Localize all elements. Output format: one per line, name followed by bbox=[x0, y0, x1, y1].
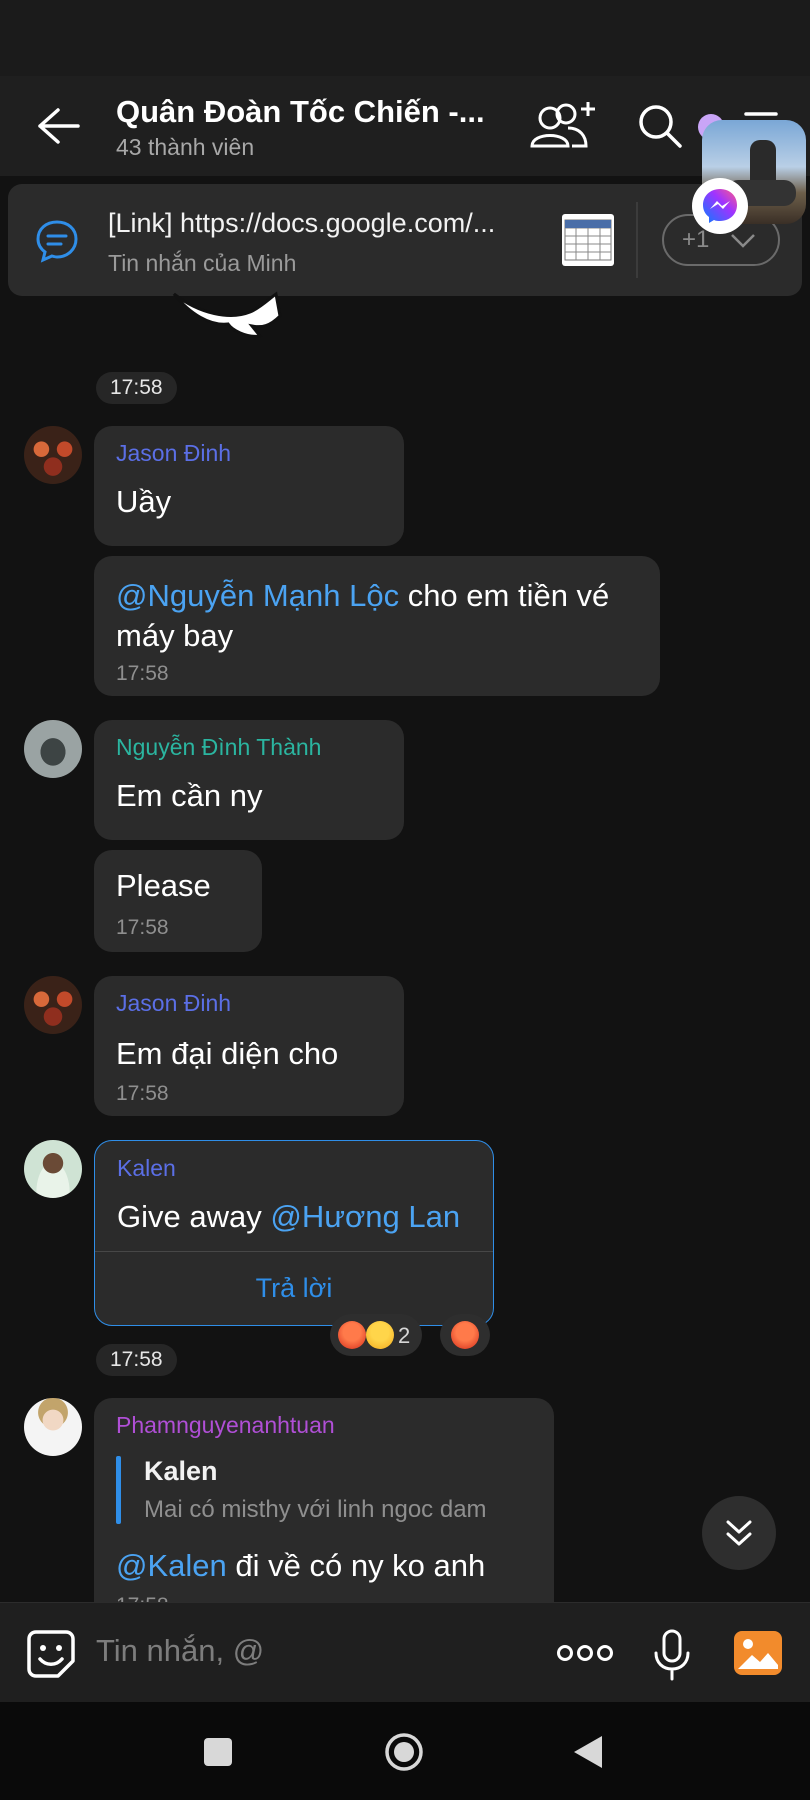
message-text: @Kalen đi về có ny ko anh bbox=[116, 1546, 485, 1586]
quote-bar bbox=[116, 1456, 121, 1524]
pinned-message[interactable]: [Link] https://docs.google.com/... Tin n… bbox=[8, 184, 802, 296]
avatar[interactable] bbox=[24, 1398, 82, 1456]
message-bubble[interactable]: Please 17:58 bbox=[94, 850, 262, 952]
spreadsheet-thumbnail bbox=[562, 214, 614, 266]
mention-link[interactable]: @Hương Lan bbox=[270, 1199, 460, 1234]
avatar[interactable] bbox=[24, 1140, 82, 1198]
message-text-part: đi về có ny ko anh bbox=[226, 1548, 486, 1583]
reaction-button[interactable] bbox=[440, 1314, 490, 1356]
sticker-image bbox=[172, 291, 282, 338]
mention-link[interactable]: @Kalen bbox=[116, 1548, 227, 1583]
time-separator: 17:58 bbox=[96, 1344, 177, 1376]
message-bubble[interactable]: Kalen Give away @Hương Lan Trả lời bbox=[94, 1140, 494, 1326]
message-time: 17:58 bbox=[116, 1082, 169, 1105]
message-text: Give away @Hương Lan bbox=[117, 1197, 460, 1237]
sender-name[interactable]: Phamnguyenanhtuan bbox=[116, 1412, 335, 1439]
reaction-count: 2 bbox=[398, 1323, 411, 1348]
sender-name[interactable]: Jason Đinh bbox=[116, 990, 231, 1017]
add-member-icon[interactable] bbox=[528, 98, 600, 154]
message-bubble[interactable]: Phamnguyenanhtuan Kalen Mai có misthy vớ… bbox=[94, 1398, 554, 1628]
message-bubble[interactable]: Nguyễn Đình Thành Em cần ny bbox=[94, 720, 404, 840]
message-time: 17:58 bbox=[116, 916, 169, 939]
message-text-part: cho em tiền vé bbox=[399, 578, 610, 613]
member-count: 43 thành viên bbox=[116, 134, 255, 160]
home-icon[interactable] bbox=[384, 1732, 424, 1772]
system-navigation-bar bbox=[0, 1702, 810, 1800]
status-bar bbox=[0, 0, 810, 76]
avatar[interactable] bbox=[24, 720, 82, 778]
crying-emoji-icon bbox=[366, 1321, 394, 1349]
scroll-to-bottom-button[interactable] bbox=[702, 1496, 776, 1570]
time-separator: 17:58 bbox=[96, 372, 177, 404]
angry-emoji-icon bbox=[338, 1321, 366, 1349]
message-bubble[interactable]: Jason Đinh Em đại diện cho 17:58 bbox=[94, 976, 404, 1116]
message-text: @Nguyễn Mạnh Lộc cho em tiền vé bbox=[116, 576, 609, 616]
pinned-divider bbox=[636, 202, 638, 278]
sender-name[interactable]: Jason Đinh bbox=[116, 440, 231, 467]
message-text-line: máy bay bbox=[116, 618, 234, 653]
sender-name[interactable]: Nguyễn Đình Thành bbox=[116, 734, 321, 761]
sticker-icon[interactable] bbox=[26, 1629, 76, 1679]
more-options-icon[interactable] bbox=[556, 1643, 614, 1663]
message-text: Em cần ny bbox=[116, 778, 263, 813]
recents-icon[interactable] bbox=[204, 1738, 232, 1766]
pinned-title: [Link] https://docs.google.com/... bbox=[108, 208, 496, 238]
reaction-summary[interactable]: 2 bbox=[330, 1314, 422, 1356]
sender-name[interactable]: Kalen bbox=[117, 1155, 176, 1182]
search-icon[interactable] bbox=[636, 102, 684, 150]
quoted-text: Mai có misthy với linh ngoc dam bbox=[144, 1496, 487, 1523]
bubble-divider bbox=[95, 1251, 493, 1252]
chevron-down-icon bbox=[731, 234, 755, 248]
pinned-subtitle: Tin nhắn của Minh bbox=[108, 250, 297, 276]
reply-button[interactable]: Trả lời bbox=[95, 1273, 493, 1304]
message-input-bar: Tin nhắn, @ bbox=[0, 1602, 810, 1703]
message-text: Please bbox=[116, 868, 211, 903]
chat-header: Quân Đoàn Tốc Chiến -... 43 thành viên bbox=[0, 76, 810, 176]
back-arrow-icon[interactable] bbox=[36, 106, 80, 146]
back-icon[interactable] bbox=[572, 1734, 604, 1770]
avatar[interactable] bbox=[24, 426, 82, 484]
messenger-icon bbox=[692, 178, 748, 234]
message-bubble[interactable]: @Nguyễn Mạnh Lộc cho em tiền vé máy bay … bbox=[94, 556, 660, 696]
double-chevron-down-icon bbox=[726, 1520, 752, 1546]
mention-link[interactable]: @Nguyễn Mạnh Lộc bbox=[116, 578, 399, 613]
microphone-icon[interactable] bbox=[652, 1629, 692, 1681]
quoted-author: Kalen bbox=[144, 1456, 218, 1486]
message-input[interactable]: Tin nhắn, @ bbox=[96, 1633, 264, 1669]
angry-emoji-icon bbox=[451, 1321, 479, 1349]
message-bubble[interactable]: Jason Đinh Uầy bbox=[94, 426, 404, 546]
message-text: Uầy bbox=[116, 484, 172, 519]
chat-bubble-icon bbox=[36, 220, 78, 263]
avatar[interactable] bbox=[24, 976, 82, 1034]
message-text: Em đại diện cho bbox=[116, 1036, 339, 1071]
gallery-icon[interactable] bbox=[732, 1629, 784, 1677]
message-text-part: Give away bbox=[117, 1199, 271, 1234]
group-title[interactable]: Quân Đoàn Tốc Chiến -... bbox=[116, 94, 485, 130]
message-time: 17:58 bbox=[116, 662, 169, 685]
